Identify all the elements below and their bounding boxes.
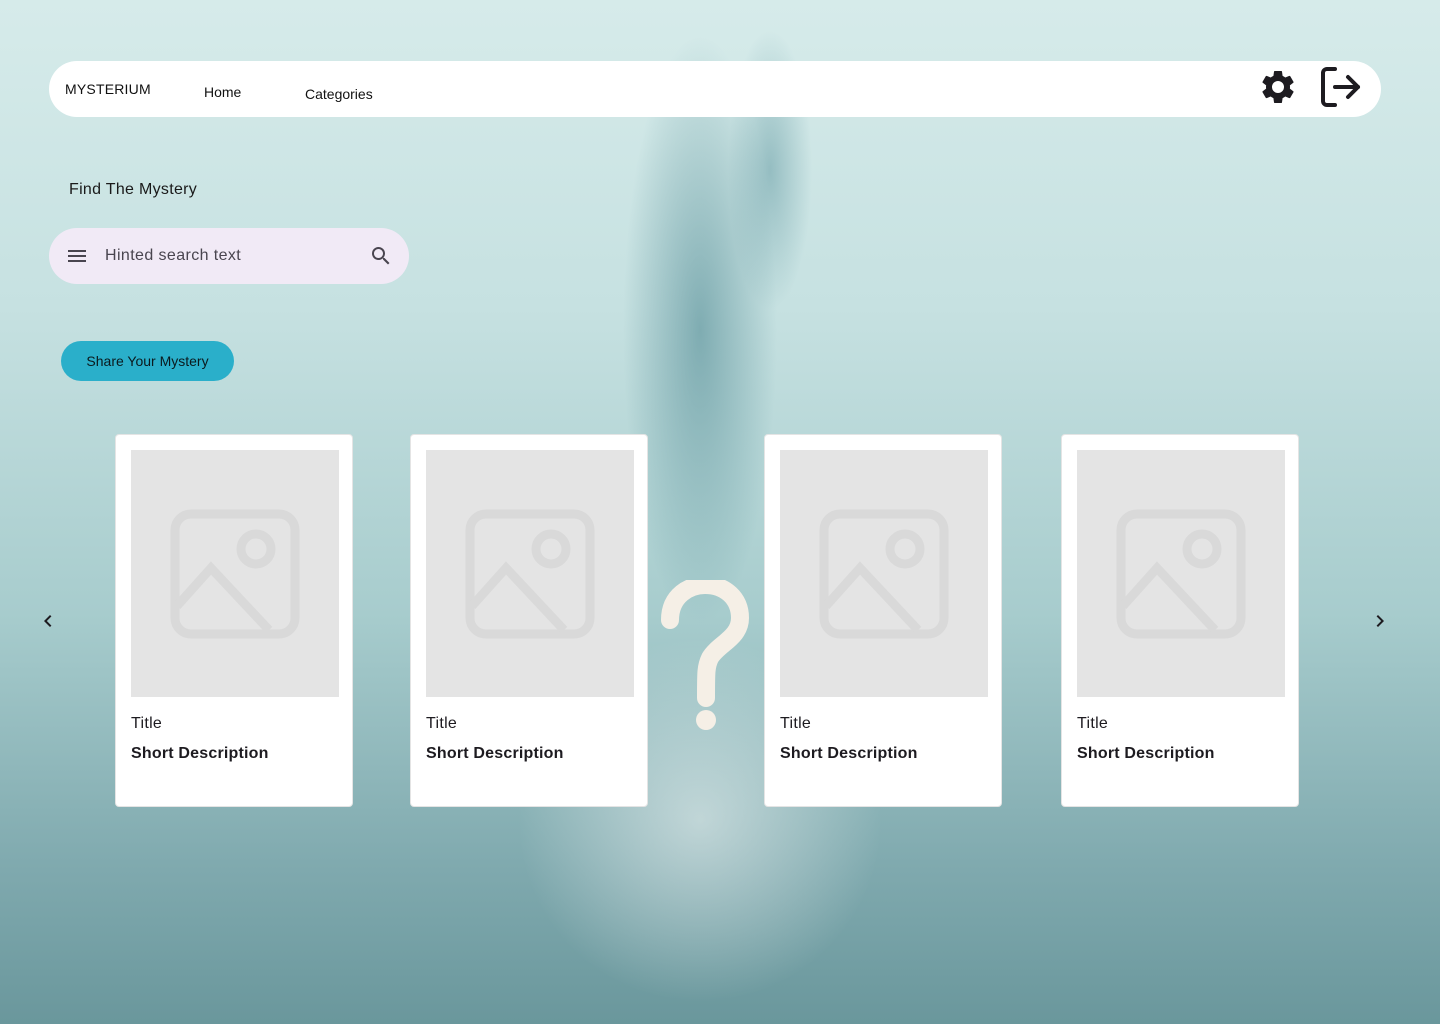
image-icon	[819, 509, 949, 638]
card-title: Title	[131, 715, 163, 732]
nav-link-home[interactable]: Home	[204, 84, 241, 100]
search-bar	[49, 228, 409, 284]
card-image-placeholder	[1077, 450, 1285, 697]
nav-link-categories[interactable]: Categories	[305, 86, 373, 102]
top-navbar: MYSTERIUM Home Categories	[49, 61, 1381, 117]
image-icon	[1116, 509, 1246, 638]
chevron-left-icon[interactable]	[36, 609, 60, 633]
search-icon[interactable]	[369, 244, 393, 268]
menu-icon[interactable]	[65, 244, 89, 268]
card-description: Short Description	[1077, 745, 1215, 762]
brand-logo[interactable]: MYSTERIUM	[65, 81, 151, 97]
gear-icon	[1262, 70, 1294, 103]
share-mystery-button[interactable]: Share Your Mystery	[61, 341, 234, 381]
card-image-placeholder	[426, 450, 634, 697]
card-description: Short Description	[426, 745, 564, 762]
image-icon	[170, 509, 300, 638]
mystery-card[interactable]: Title Short Description	[1061, 434, 1299, 807]
question-mark-graphic	[661, 580, 750, 730]
logout-button[interactable]	[1319, 65, 1363, 109]
page-heading: Find The Mystery	[69, 181, 198, 198]
mystery-card[interactable]: Title Short Description	[410, 434, 648, 807]
card-description: Short Description	[131, 745, 269, 762]
logout-icon	[1321, 67, 1360, 107]
settings-button[interactable]	[1258, 66, 1298, 108]
search-input[interactable]	[105, 244, 355, 268]
mystery-card[interactable]: Title Short Description	[764, 434, 1002, 807]
card-image-placeholder	[780, 450, 988, 697]
mystery-card[interactable]: Title Short Description	[115, 434, 353, 807]
card-description: Short Description	[780, 745, 918, 762]
chevron-right-icon[interactable]	[1368, 609, 1392, 633]
card-title: Title	[780, 715, 812, 732]
card-image-placeholder	[131, 450, 339, 697]
card-title: Title	[426, 715, 458, 732]
image-icon	[465, 509, 595, 638]
card-title: Title	[1077, 715, 1109, 732]
